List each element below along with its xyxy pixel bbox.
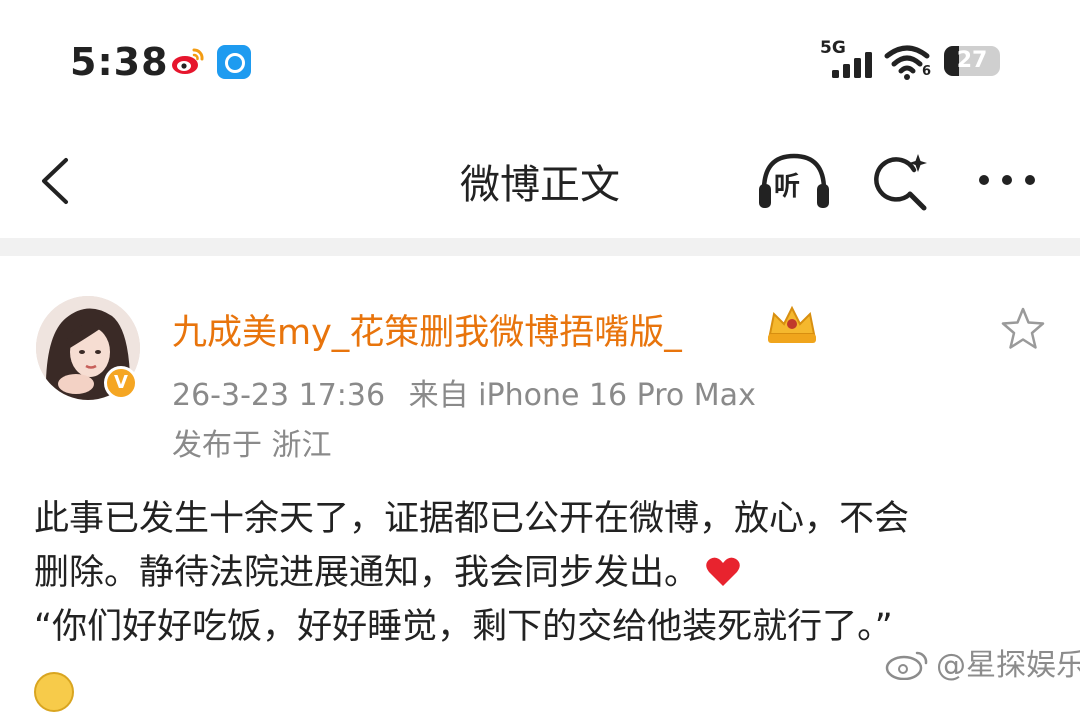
post-meta: 26-3-23 17:36 来自 iPhone 16 Pro Max [172, 370, 770, 414]
verified-badge-icon: V [104, 366, 138, 400]
post-location: 发布于 浙江 [172, 428, 332, 463]
signal-icon [832, 52, 872, 78]
wifi-standard: 6 [922, 64, 932, 79]
post-line: 删除。静待法院进展通知，我会同步发出。 [34, 546, 1054, 600]
crown-member-icon [768, 305, 816, 343]
weibo-logo-icon [172, 48, 204, 74]
status-bar: 5:38 5G 6 27 [0, 0, 1080, 120]
post-line: “你们好好吃饭，好好睡觉，剩下的交给他装死就行了。” [34, 607, 893, 647]
favorite-star-icon[interactable] [1000, 306, 1046, 352]
post-source: 来自 iPhone 16 Pro Max [408, 378, 756, 413]
post-line: 此事已发生十余天了，证据都已公开在微博，放心，不会 [34, 499, 910, 539]
author-name[interactable]: 九成美my_花策删我微博捂嘴版_ [172, 304, 682, 355]
battery-icon: 27 [944, 46, 1000, 76]
watermark-weibo-icon [885, 651, 928, 680]
section-divider [0, 238, 1080, 256]
status-time: 5:38 [70, 40, 169, 84]
app-notification-icon [217, 45, 251, 79]
post-time: 26-3-23 17:36 [172, 378, 386, 413]
post-content: 此事已发生十余天了，证据都已公开在微博，放心，不会 删除。静待法院进展通知，我会… [34, 492, 1054, 654]
post-line-text: 删除。静待法院进展通知，我会同步发出。 [34, 553, 700, 593]
ai-search-icon[interactable] [870, 150, 932, 212]
nav-bar: 微博正文 听 [0, 120, 1080, 238]
heart-emoji-icon [706, 557, 740, 586]
listen-label: 听 [774, 172, 801, 202]
more-icon[interactable] [976, 168, 1038, 192]
battery-level: 27 [956, 48, 988, 73]
emoji-icon [34, 672, 74, 712]
watermark-text: @星探娱乐 [936, 648, 1080, 683]
